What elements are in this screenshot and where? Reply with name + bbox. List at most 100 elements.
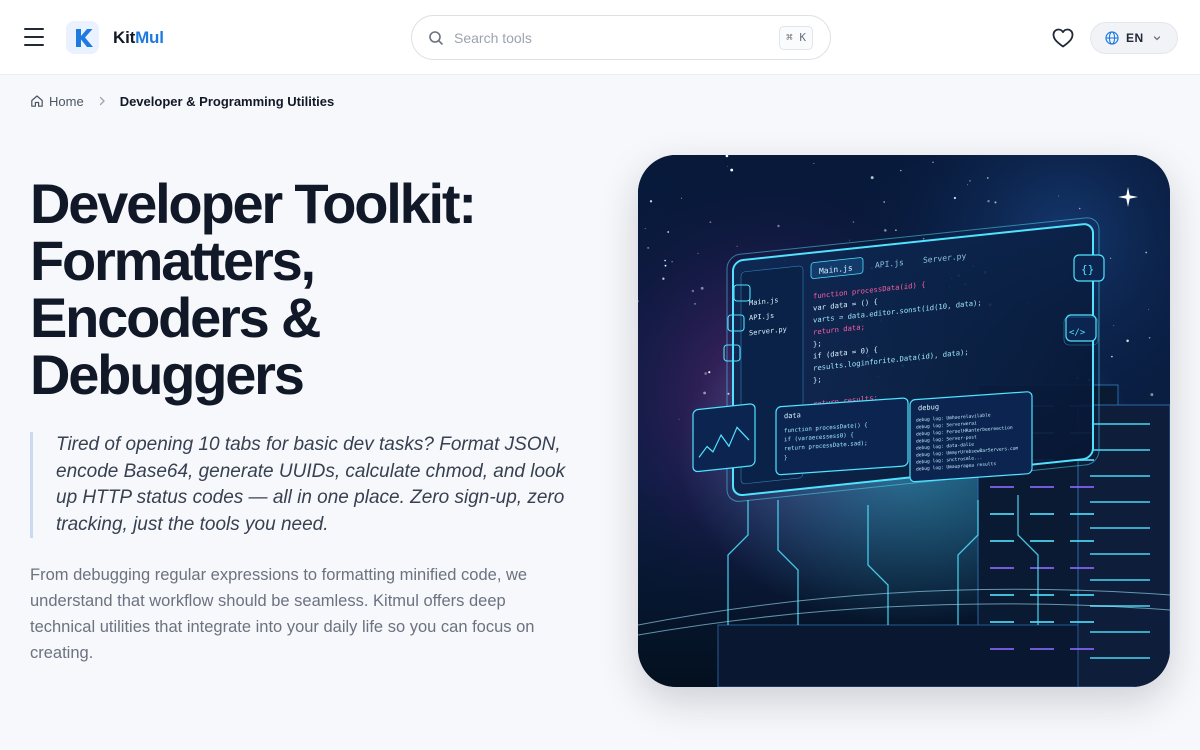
star bbox=[697, 252, 699, 254]
star bbox=[870, 176, 874, 180]
logo-text: KitMul bbox=[113, 28, 164, 48]
star bbox=[644, 228, 646, 230]
code-tag-icon: </> bbox=[1069, 328, 1086, 338]
rack-light bbox=[1030, 621, 1054, 623]
star bbox=[849, 239, 850, 241]
menu-hamburger-icon[interactable] bbox=[22, 26, 46, 48]
rack-light bbox=[990, 486, 1014, 488]
rack-light bbox=[1070, 594, 1094, 596]
star bbox=[969, 180, 971, 182]
star bbox=[664, 259, 666, 262]
star bbox=[671, 261, 673, 263]
rack-light bbox=[990, 594, 1014, 596]
star bbox=[649, 200, 653, 203]
star bbox=[709, 221, 712, 224]
star bbox=[667, 231, 670, 233]
globe-icon bbox=[1105, 31, 1119, 45]
heart-icon[interactable] bbox=[1051, 26, 1075, 50]
rack-light bbox=[1090, 527, 1150, 529]
panel-title: data bbox=[784, 411, 801, 420]
star bbox=[1150, 393, 1154, 397]
star bbox=[1126, 339, 1129, 343]
rack-light bbox=[1030, 567, 1054, 569]
star bbox=[1148, 337, 1151, 339]
star bbox=[727, 165, 729, 167]
star bbox=[967, 184, 969, 186]
star bbox=[987, 200, 990, 203]
hero-description: From debugging regular expressions to fo… bbox=[30, 566, 535, 662]
star bbox=[932, 161, 934, 163]
logo-k-icon bbox=[66, 21, 99, 54]
rack-light bbox=[1090, 631, 1150, 633]
chevron-right-icon bbox=[99, 96, 105, 106]
rack-light bbox=[1070, 513, 1094, 515]
rack-light bbox=[990, 567, 1014, 569]
star bbox=[884, 229, 887, 232]
star bbox=[730, 168, 734, 172]
star bbox=[647, 246, 650, 249]
search-input[interactable] bbox=[454, 22, 764, 53]
home-icon bbox=[31, 95, 43, 107]
star bbox=[680, 197, 683, 199]
code-line: } bbox=[784, 455, 787, 461]
rack-light bbox=[990, 621, 1014, 623]
rack-light bbox=[1090, 501, 1150, 503]
title-line: Encoders & bbox=[30, 286, 321, 349]
star bbox=[1058, 195, 1060, 197]
star bbox=[664, 264, 667, 267]
braces-icon: {} bbox=[1081, 263, 1094, 276]
title-line: Debuggers bbox=[30, 343, 305, 406]
page-title: Developer Toolkit: Formatters, Encoders … bbox=[30, 175, 550, 403]
title-line: Formatters, bbox=[30, 229, 316, 292]
rack-light bbox=[1070, 648, 1094, 650]
star bbox=[691, 289, 695, 293]
star bbox=[694, 303, 696, 305]
rack-light bbox=[1070, 621, 1094, 623]
star bbox=[895, 229, 897, 232]
developer-workspace-illustration: Main.js API.js Server.py Main.js API.js … bbox=[638, 155, 1170, 687]
rack-light bbox=[1090, 475, 1150, 477]
rack-light bbox=[1090, 553, 1150, 555]
search-icon bbox=[429, 30, 443, 45]
rack-light bbox=[990, 648, 1014, 650]
star bbox=[1113, 325, 1115, 326]
rack-light bbox=[1030, 540, 1054, 542]
star bbox=[852, 221, 855, 223]
chevron-down-icon bbox=[1153, 36, 1160, 41]
logo[interactable]: KitMul bbox=[66, 21, 164, 54]
star bbox=[953, 196, 957, 200]
rack-light bbox=[1090, 657, 1150, 659]
rack-light bbox=[1090, 579, 1150, 581]
breadcrumb-home-link[interactable]: Home bbox=[30, 94, 84, 109]
star bbox=[994, 201, 997, 204]
star bbox=[678, 418, 680, 420]
star bbox=[986, 177, 989, 179]
breadcrumb: Home Developer & Programming Utilities bbox=[30, 91, 334, 111]
code-line: }; bbox=[813, 339, 822, 349]
star bbox=[777, 224, 780, 228]
breadcrumb-home-label: Home bbox=[49, 93, 84, 109]
rack-light bbox=[1070, 540, 1094, 542]
star bbox=[662, 277, 665, 280]
hero-quote: Tired of opening 10 tabs for basic dev t… bbox=[30, 432, 570, 538]
logo-text-main: Kit bbox=[113, 27, 136, 47]
rack-light bbox=[1030, 594, 1054, 596]
code-line: }; bbox=[813, 375, 822, 385]
language-selector[interactable]: EN bbox=[1090, 22, 1178, 54]
star bbox=[700, 286, 704, 290]
star bbox=[1078, 207, 1081, 210]
top-header: KitMul ⌘ K EN bbox=[0, 0, 1200, 75]
rack-light bbox=[1030, 648, 1054, 650]
star bbox=[1145, 251, 1148, 254]
search-bar[interactable]: ⌘ K bbox=[411, 15, 831, 60]
logo-text-accent: Mul bbox=[135, 27, 164, 47]
panel-title: debug bbox=[918, 403, 939, 412]
title-line: Developer Toolkit: bbox=[30, 172, 477, 235]
rack-light bbox=[990, 513, 1014, 515]
breadcrumb-current: Developer & Programming Utilities bbox=[119, 93, 335, 109]
rack-light bbox=[1070, 567, 1094, 569]
rack-light bbox=[1030, 486, 1054, 488]
star bbox=[1111, 355, 1113, 358]
rack-light bbox=[1070, 486, 1094, 488]
hero-illustration: Main.js API.js Server.py Main.js API.js … bbox=[638, 155, 1170, 687]
